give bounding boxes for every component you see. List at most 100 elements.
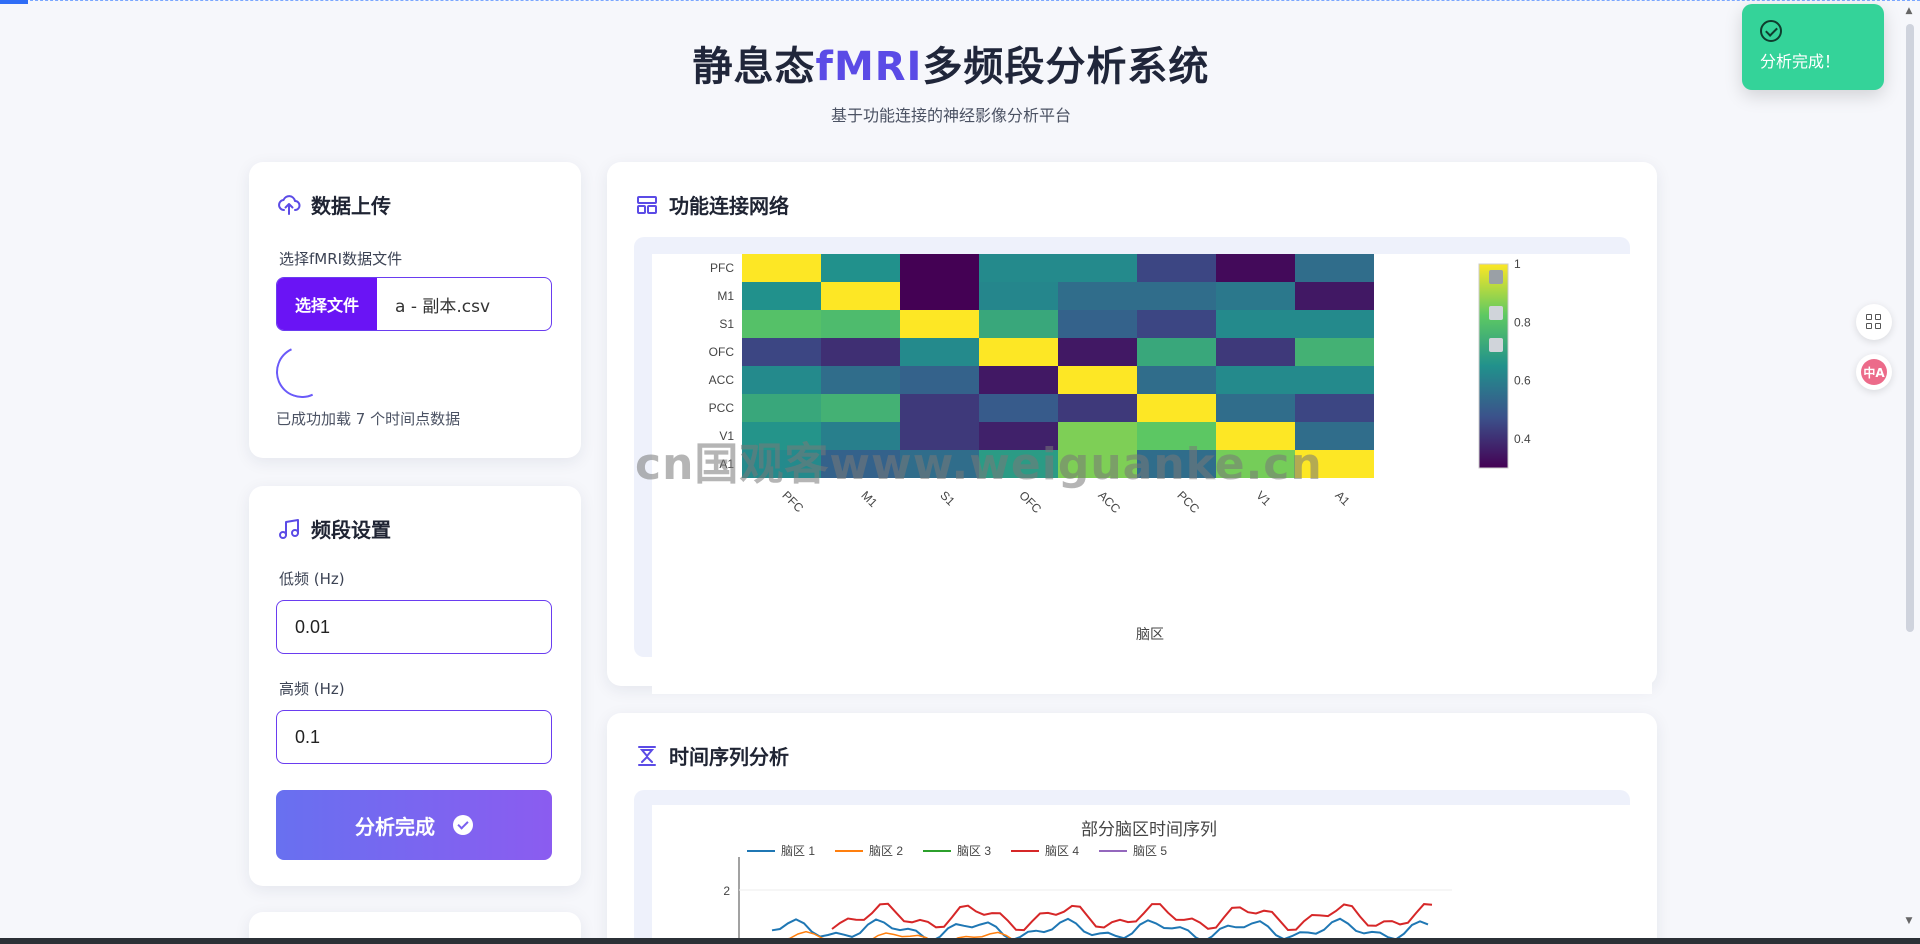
- network-title: 功能连接网络: [635, 190, 789, 219]
- heatmap-x-axis-label: 脑区: [1136, 626, 1164, 642]
- side-translate-button[interactable]: 中A: [1856, 354, 1892, 390]
- file-input[interactable]: 选择文件 a - 副本.csv: [276, 277, 552, 331]
- heatmap-cell: [1058, 254, 1137, 282]
- high-freq-label: 高频 (Hz): [279, 680, 345, 698]
- heatmap-cell: [1216, 310, 1295, 338]
- heatmap-cell: [1295, 254, 1374, 282]
- layout-icon: [637, 195, 657, 214]
- success-toast: 分析完成！: [1742, 4, 1884, 90]
- scroll-down-icon[interactable]: ▼: [1904, 916, 1914, 926]
- heatmap-cell: [1058, 282, 1137, 310]
- heatmap-cell: [821, 254, 900, 282]
- page-subtitle: 基于功能连接的神经影像分析平台: [830, 106, 1071, 125]
- music-note-icon: [279, 518, 299, 539]
- heatmap-cell: [742, 366, 821, 394]
- heatmap-cell: [1216, 282, 1295, 310]
- y-tick-label: S1: [719, 317, 734, 331]
- heatmap-cell: [979, 282, 1058, 310]
- frequency-title: 频段设置: [277, 514, 391, 543]
- heatmap-cell: [900, 254, 979, 282]
- heatmap-cell: [1137, 394, 1216, 422]
- file-field-label: 选择fMRI数据文件: [279, 250, 403, 268]
- colorbar-tick-label: 0.6: [1514, 374, 1531, 388]
- heatmap-cell: [979, 394, 1058, 422]
- page-title: 静息态fMRI多频段分析系统: [692, 44, 1210, 90]
- side-apps-button[interactable]: [1856, 304, 1892, 340]
- page-scrollbar[interactable]: [1906, 24, 1914, 632]
- heatmap-cell: [1295, 310, 1374, 338]
- watermark-overlay: cn国观客www.weiguanke.cn: [635, 439, 1323, 490]
- legend-item[interactable]: 脑区 4: [1045, 844, 1079, 858]
- frequency-settings-card: 频段设置 低频 (Hz) 0.01 高频 (Hz) 0.1 分析完成: [249, 486, 581, 886]
- heatmap-cell: [1058, 310, 1137, 338]
- heatmap-cell: [1295, 282, 1374, 310]
- low-freq-input[interactable]: 0.01: [276, 600, 552, 654]
- choose-file-button[interactable]: 选择文件: [277, 278, 377, 330]
- heatmap-cell: [821, 310, 900, 338]
- apps-grid-icon: [1866, 314, 1882, 330]
- timeseries-chart-title: 部分脑区时间序列: [1081, 820, 1217, 839]
- heatmap-cell: [821, 338, 900, 366]
- heatmap-cell: [821, 282, 900, 310]
- upload-card: 数据上传 选择fMRI数据文件 选择文件 a - 副本.csv 已成功加载 7 …: [249, 162, 581, 458]
- heatmap-cell: [900, 366, 979, 394]
- heatmap-cell: [900, 394, 979, 422]
- heatmap-cell: [979, 254, 1058, 282]
- heatmap-cell: [900, 310, 979, 338]
- scroll-up-icon[interactable]: ▲: [1904, 6, 1914, 16]
- zoom-out-icon[interactable]: [1489, 270, 1503, 284]
- timeseries-title: 时间序列分析: [635, 741, 789, 770]
- y-tick-label: PFC: [710, 261, 734, 275]
- x-tick-label: ACC: [1095, 488, 1123, 516]
- upload-title: 数据上传: [277, 190, 391, 219]
- timeseries-plot[interactable]: 部分脑区时间序列 脑区 1 脑区 2 脑区 3 脑区 4 脑区 5 2: [652, 805, 1652, 944]
- x-tick-label: PFC: [779, 488, 806, 515]
- heatmap-cell: [979, 310, 1058, 338]
- heatmap-cell: [742, 254, 821, 282]
- heatmap-cell: [979, 366, 1058, 394]
- y-tick-label: M1: [717, 289, 734, 303]
- page-header: 静息态fMRI多频段分析系统 基于功能连接的神经影像分析平台: [0, 34, 1902, 126]
- heatmap-cell: [742, 282, 821, 310]
- loading-spinner: [268, 338, 336, 406]
- heatmap-cell: [1137, 282, 1216, 310]
- selected-file-name: a - 副本.csv: [395, 296, 491, 317]
- y-tick-label: 2: [723, 884, 730, 898]
- heatmap-cell: [900, 338, 979, 366]
- legend-item[interactable]: 脑区 2: [869, 844, 903, 858]
- colorbar: [1478, 263, 1509, 469]
- heatmap-cell: [1295, 394, 1374, 422]
- autoscale-icon[interactable]: [1489, 306, 1503, 320]
- heatmap-cell: [900, 282, 979, 310]
- heatmap-cell: [742, 394, 821, 422]
- heatmap-cell: [1137, 254, 1216, 282]
- timeseries-svg: 部分脑区时间序列 脑区 1 脑区 2 脑区 3 脑区 4 脑区 5 2: [723, 820, 1452, 944]
- y-tick-label: PCC: [709, 401, 735, 415]
- legend-item[interactable]: 脑区 5: [1133, 844, 1167, 858]
- heatmap-cell: [1137, 338, 1216, 366]
- y-tick-label: OFC: [709, 345, 735, 359]
- y-tick-label: ACC: [709, 373, 735, 387]
- plot-side-controls[interactable]: [1489, 270, 1503, 352]
- heatmap-cell: [742, 338, 821, 366]
- check-badge-icon: [453, 815, 473, 835]
- reset-axes-icon[interactable]: [1489, 338, 1503, 352]
- top-progress-bar: [0, 0, 1920, 4]
- low-freq-label: 低频 (Hz): [279, 570, 345, 588]
- x-tick-label: OFC: [1016, 488, 1044, 516]
- legend-item[interactable]: 脑区 1: [781, 844, 815, 858]
- x-tick-label: A1: [1332, 488, 1353, 509]
- taskbar-strip: [0, 938, 1920, 944]
- x-tick-label: PCC: [1174, 488, 1202, 516]
- colorbar-tick-label: 1: [1514, 257, 1521, 271]
- series-line-4: [831, 902, 1433, 932]
- heatmap-cell: [821, 394, 900, 422]
- heatmap-cell: [1058, 394, 1137, 422]
- heatmap-cell: [1058, 338, 1137, 366]
- translate-icon: 中A: [1861, 359, 1887, 385]
- analyze-button[interactable]: 分析完成: [276, 790, 552, 860]
- high-freq-input[interactable]: 0.1: [276, 710, 552, 764]
- colorbar-tick-label: 0.4: [1514, 432, 1531, 446]
- legend-item[interactable]: 脑区 3: [957, 844, 991, 858]
- hourglass-icon: [638, 745, 656, 766]
